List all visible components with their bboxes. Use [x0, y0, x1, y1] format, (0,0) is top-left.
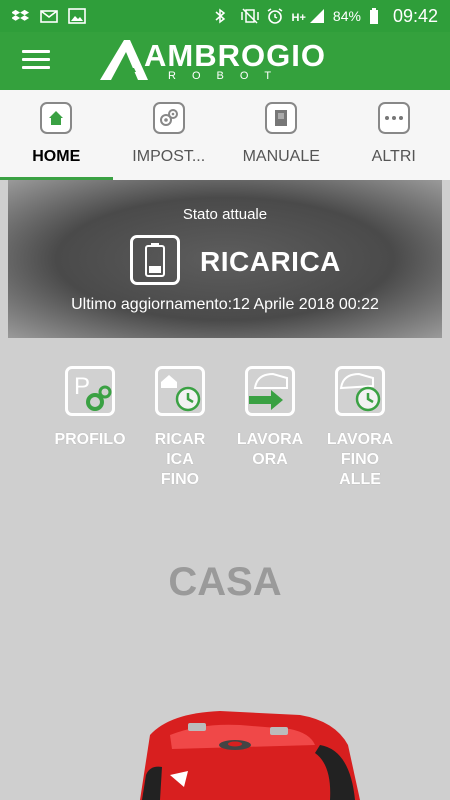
status-bar: H+ 84% 09:42	[0, 0, 450, 32]
charge-until-icon	[155, 366, 205, 416]
alarm-icon	[266, 8, 284, 24]
robot-mower-image	[140, 711, 360, 800]
home-icon	[40, 102, 73, 134]
tab-bar: HOME IMPOST... MANUALE ALTRI	[0, 90, 450, 180]
action-label: PROFILO	[54, 431, 126, 448]
more-dots-icon	[377, 102, 410, 134]
profile-button[interactable]: P PROFILO	[50, 366, 130, 450]
menu-icon[interactable]	[22, 45, 50, 73]
logo-subtitle: ROBOT	[168, 70, 288, 82]
tab-label: MANUALE	[242, 148, 320, 165]
action-label: LAVORA ORA	[236, 431, 304, 468]
app-bar: AMBROGIO ROBOT	[0, 32, 450, 90]
tab-label: HOME	[32, 148, 81, 165]
bluetooth-icon	[214, 8, 232, 24]
battery-percent: 84%	[332, 8, 361, 24]
action-label: LAVORA FINO ALLE	[326, 431, 394, 488]
dropbox-icon	[11, 8, 30, 24]
battery-icon	[130, 235, 180, 285]
status-title: Stato attuale	[182, 206, 268, 223]
action-label: RICAR ICA FINO	[154, 431, 206, 488]
status-value: RICARICA	[200, 246, 341, 277]
work-now-button[interactable]: LAVORA ORA	[230, 366, 310, 470]
tab-home[interactable]: HOME	[0, 90, 113, 180]
manual-icon	[265, 102, 298, 134]
settings-gears-icon	[152, 102, 185, 134]
logo-title: AMBROGIO	[144, 38, 326, 73]
gallery-icon	[68, 8, 86, 24]
clock: 09:42	[392, 5, 438, 26]
tab-more[interactable]: ALTRI	[338, 90, 450, 180]
battery-status-icon	[369, 8, 379, 24]
profile-gears-icon: P	[65, 366, 115, 416]
zone-label: CASA	[168, 560, 282, 604]
tab-label: ALTRI	[371, 148, 416, 165]
brand-logo: AMBROGIO ROBOT	[98, 38, 358, 86]
tab-manual[interactable]: MANUALE	[225, 90, 338, 180]
tab-label: IMPOST...	[132, 148, 206, 165]
signal-icon: H+	[292, 8, 325, 24]
work-until-button[interactable]: LAVORA FINO ALLE	[320, 366, 400, 490]
work-until-icon	[335, 366, 385, 416]
tab-settings[interactable]: IMPOST...	[113, 90, 226, 180]
network-type: H+	[291, 12, 306, 24]
work-now-icon	[245, 366, 295, 416]
vibrate-mute-icon	[240, 8, 259, 24]
svg-text:P: P	[74, 373, 90, 400]
mail-icon	[40, 8, 58, 24]
action-buttons: P PROFILO RICAR ICA FINO LAVORA ORA LAVO…	[0, 366, 450, 506]
last-update: Ultimo aggiornamento:12 Aprile 2018 00:2…	[71, 296, 379, 313]
status-panel: Stato attuale RICARICA Ultimo aggiorname…	[8, 180, 442, 338]
charge-until-button[interactable]: RICAR ICA FINO	[140, 366, 220, 490]
